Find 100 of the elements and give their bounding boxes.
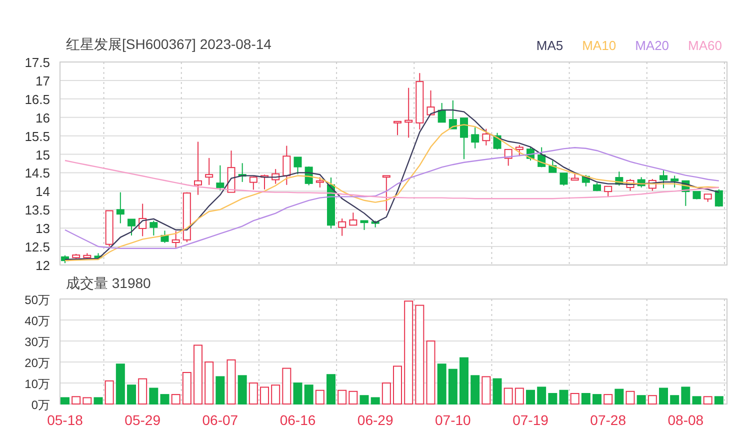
volume-bar	[304, 384, 314, 404]
volume-bar	[537, 386, 546, 404]
volume-bar	[326, 374, 336, 404]
axis-label: 10万	[24, 377, 50, 391]
candlestick	[172, 230, 180, 248]
axis-label: 15.5	[24, 128, 50, 144]
axis-label: 16	[36, 110, 50, 126]
axis-label: 12.5	[24, 240, 50, 255]
volume-bar	[60, 397, 70, 404]
candlestick	[582, 174, 590, 187]
candlestick	[682, 180, 690, 206]
axis-label: 0万	[31, 398, 50, 412]
candlestick	[660, 170, 668, 189]
candlestick	[404, 87, 413, 138]
volume-bar	[492, 378, 502, 404]
volume-bar	[448, 368, 458, 404]
candlestick	[371, 220, 380, 228]
candlestick	[182, 192, 191, 243]
candlestick	[72, 253, 80, 259]
candlestick	[416, 72, 424, 130]
candlestick	[637, 176, 646, 188]
date-label: 06-07	[202, 412, 238, 428]
volume-bar	[248, 382, 258, 404]
date-label: 07-19	[512, 412, 548, 428]
candlestick	[150, 220, 158, 236]
candlestick	[471, 126, 480, 149]
volume-bar	[592, 394, 602, 404]
volume-bar	[548, 393, 558, 404]
volume-bar	[171, 394, 180, 404]
candlestick	[548, 160, 557, 173]
candlestick	[83, 252, 92, 259]
volume-bar	[127, 384, 136, 404]
candlestick	[615, 171, 624, 186]
candlestick	[338, 218, 346, 236]
volume-bar	[94, 397, 103, 404]
candlestick	[294, 156, 302, 175]
candlestick	[394, 120, 402, 136]
candlestick	[538, 146, 546, 168]
volume-bar	[614, 388, 624, 404]
candlestick	[704, 194, 712, 202]
volume-bar	[659, 388, 668, 404]
candlestick	[249, 176, 258, 190]
axis-label: 17.5	[24, 55, 50, 70]
candlestick	[349, 212, 358, 226]
volume-bar	[604, 394, 613, 404]
volume-bar	[581, 393, 590, 404]
candlestick	[105, 210, 114, 248]
volume-bar	[470, 375, 480, 404]
date-label: 07-28	[590, 412, 626, 428]
axis-label: 20万	[24, 356, 50, 370]
volume-bar	[670, 395, 680, 404]
volume-bar	[570, 393, 580, 404]
candlestick	[216, 164, 224, 191]
candlestick	[272, 168, 280, 184]
legend-item[interactable]: MA20	[635, 38, 670, 52]
candlestick	[648, 178, 656, 192]
volume-bar	[437, 364, 446, 404]
candlestick	[327, 177, 335, 229]
volume-bar	[636, 395, 646, 404]
volume-bar	[182, 372, 192, 404]
volume-bar	[348, 390, 358, 404]
candlestick	[360, 220, 368, 230]
legend-item[interactable]: MA60	[688, 38, 722, 52]
volume-bar	[482, 376, 491, 404]
candlestick	[526, 146, 534, 162]
chart-title: 红星发展[SH600367] 2023-08-14	[66, 36, 272, 54]
candlestick	[482, 128, 490, 146]
volume-bar	[82, 397, 92, 404]
axis-label: 13	[36, 221, 50, 236]
volume-bar	[426, 340, 436, 404]
candlestick	[626, 178, 634, 192]
volume-bar	[216, 376, 225, 404]
volume-bar	[514, 388, 524, 404]
volume-bar	[160, 394, 170, 404]
volume-bar	[460, 357, 468, 404]
candlestick	[448, 100, 457, 130]
volume-bar	[315, 390, 324, 404]
candlestick	[692, 191, 701, 200]
candlestick	[138, 203, 147, 237]
date-label: 08-08	[668, 412, 704, 428]
legend-item[interactable]: MA10	[582, 38, 616, 52]
volume-bar	[271, 384, 280, 404]
volume-bar	[559, 390, 568, 404]
volume-bar	[226, 359, 236, 404]
candlestick	[160, 230, 169, 244]
axis-label: 13.5	[24, 202, 50, 218]
volume-bar	[104, 380, 114, 404]
legend-item[interactable]: MA5	[536, 38, 564, 52]
date-label: 05-29	[124, 412, 160, 428]
candlestick	[426, 90, 435, 116]
volume-bar	[714, 396, 724, 404]
date-label: 06-16	[280, 412, 316, 428]
volume-bar	[293, 382, 302, 404]
date-label: 06-29	[357, 412, 394, 428]
axis-label: 40万	[24, 314, 50, 328]
axis-label: 12	[36, 258, 50, 272]
candlestick	[493, 132, 502, 150]
axis-label: 15	[36, 147, 50, 162]
axis-label: 16.5	[24, 92, 50, 107]
volume-bar	[194, 344, 202, 404]
